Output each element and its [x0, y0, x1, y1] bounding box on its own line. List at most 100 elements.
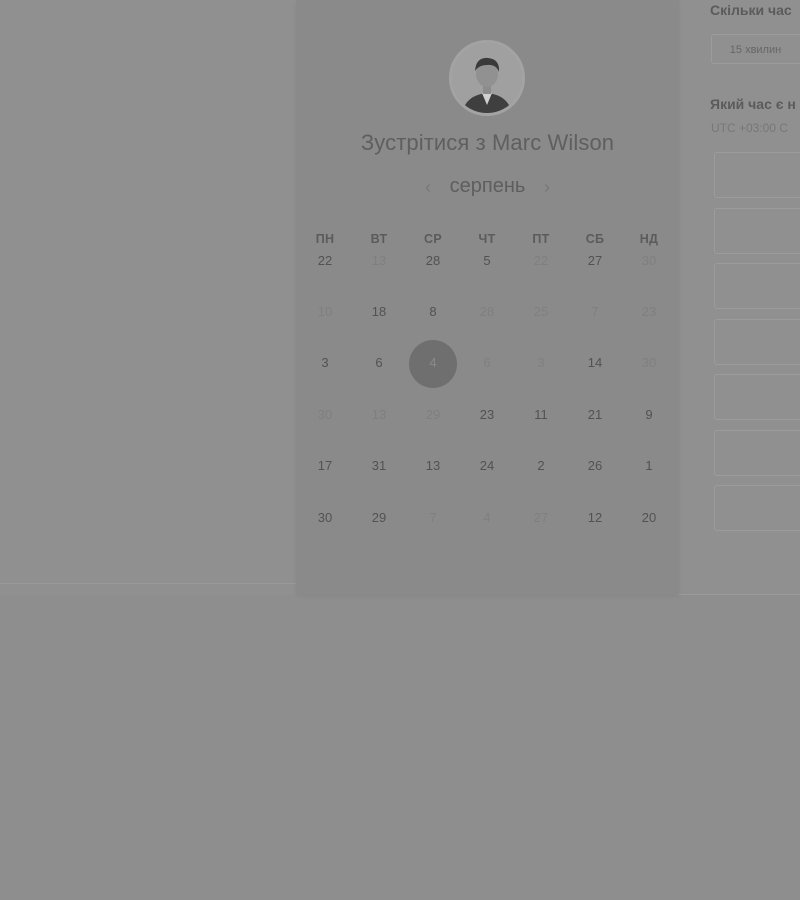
calendar-day-label: 20 [641, 510, 657, 525]
calendar-day-label: 5 [483, 253, 491, 268]
time-heading: Який час є н [710, 96, 796, 112]
duration-option-button[interactable]: 15 хвилин [711, 34, 800, 64]
weekday-header: ПН ВТ СР ЧТ ПТ СБ НД [300, 232, 678, 248]
calendar-day[interactable]: 4 [462, 506, 512, 530]
calendar-day[interactable]: 17 [300, 454, 350, 478]
weekday-label: НД [639, 232, 659, 246]
calendar-day-label: 1 [645, 458, 653, 473]
calendar-day-label: 30 [317, 407, 333, 422]
calendar-day[interactable]: 24 [462, 454, 512, 478]
calendar-day-label: 2 [537, 458, 545, 473]
calendar-day[interactable]: 23 [462, 403, 512, 427]
calendar-day[interactable]: 7 [408, 506, 458, 530]
calendar-day-label: 3 [537, 355, 545, 370]
calendar-day-label: 29 [371, 510, 387, 525]
calendar-day-label: 3 [321, 355, 329, 370]
time-panel: Скільки час 15 хвилин Який час є н UTC +… [679, 0, 800, 594]
calendar-day[interactable]: 26 [570, 454, 620, 478]
calendar-day[interactable]: 27 [516, 506, 566, 530]
calendar-day[interactable]: 23 [624, 300, 674, 324]
calendar-day[interactable]: 28 [408, 249, 458, 273]
calendar-day[interactable]: 31 [354, 454, 404, 478]
calendar-day-label: 11 [534, 407, 548, 422]
calendar-day-label: 7 [429, 510, 437, 525]
timezone-label: UTC +03:00 С [711, 121, 789, 135]
calendar-day[interactable]: 29 [354, 506, 404, 530]
calendar-day-label: 22 [533, 253, 549, 268]
month-navigation: ‹ серпень › [296, 175, 679, 201]
calendar-day-label: 26 [587, 458, 603, 473]
time-slot-button[interactable] [714, 318, 800, 365]
calendar-day[interactable]: 22 [516, 249, 566, 273]
calendar-day-label: 25 [533, 304, 549, 319]
calendar-day-label: 24 [479, 458, 495, 473]
calendar-day[interactable]: 1 [624, 454, 674, 478]
calendar-day-label: 6 [375, 355, 383, 370]
calendar-day[interactable]: 29 [408, 403, 458, 427]
calendar-day[interactable]: 3 [300, 351, 350, 375]
calendar-day-label: 14 [587, 355, 603, 370]
calendar-day[interactable]: 30 [624, 249, 674, 273]
calendar-day-label: 6 [483, 355, 491, 370]
calendar-day[interactable]: 3 [516, 351, 566, 375]
calendar-day[interactable]: 11 [516, 403, 566, 427]
calendar-day-label: 9 [645, 407, 653, 422]
weekday-label: ВТ [370, 232, 388, 246]
calendar-day[interactable]: 30 [300, 403, 350, 427]
calendar-day[interactable]: 27 [570, 249, 620, 273]
calendar-day-label: 30 [641, 253, 657, 268]
calendar-day[interactable]: 5 [462, 249, 512, 273]
calendar-day[interactable]: 6 [354, 351, 404, 375]
calendar-day-label: 4 [429, 355, 437, 370]
page-title: Зустрітися з Marc Wilson [360, 130, 615, 155]
calendar-day[interactable]: 12 [570, 506, 620, 530]
calendar-day-label: 7 [591, 304, 599, 319]
divider [679, 594, 800, 595]
calendar-day[interactable]: 10 [300, 300, 350, 324]
calendar-day-label: 31 [371, 458, 387, 473]
calendar-day[interactable]: 20 [624, 506, 674, 530]
calendar-day-label: 13 [371, 407, 387, 422]
calendar-day[interactable]: 22 [300, 249, 350, 273]
time-slot-button[interactable] [714, 263, 800, 309]
weekday-label: ЧТ [478, 232, 496, 246]
calendar-day[interactable]: 6 [462, 351, 512, 375]
calendar-day-label: 28 [425, 253, 441, 268]
calendar-day-label: 23 [479, 407, 495, 422]
calendar-day[interactable]: 2 [516, 454, 566, 478]
time-slot-button[interactable] [714, 374, 800, 420]
calendar-day[interactable]: 8 [408, 300, 458, 324]
avatar [449, 40, 525, 116]
calendar-day[interactable]: 21 [570, 403, 620, 427]
calendar-day[interactable]: 7 [570, 300, 620, 324]
calendar-day-label: 13 [425, 458, 441, 473]
calendar-day[interactable]: 30 [624, 351, 674, 375]
calendar-day-label: 23 [641, 304, 657, 319]
calendar-day[interactable]: 13 [354, 403, 404, 427]
calendar-day[interactable]: 28 [462, 300, 512, 324]
time-slot-button[interactable] [714, 485, 800, 531]
calendar-day-label: 13 [371, 253, 387, 268]
calendar-day-label: 27 [587, 253, 603, 268]
time-slot-button[interactable] [714, 152, 800, 198]
calendar-day-label: 27 [533, 510, 549, 525]
calendar-day-label: 30 [641, 355, 657, 370]
calendar-day[interactable]: 25 [516, 300, 566, 324]
calendar-day[interactable]: 9 [624, 403, 674, 427]
calendar-day[interactable]: 18 [354, 300, 404, 324]
booking-card: Зустрітися з Marc Wilson ‹ серпень › ПН В… [296, 0, 679, 594]
time-slot-button[interactable] [714, 207, 800, 254]
calendar-day[interactable]: 30 [300, 506, 350, 530]
time-slot-button[interactable] [714, 429, 800, 476]
calendar-day-label: 30 [317, 510, 333, 525]
calendar-day-selected[interactable]: 4 [408, 340, 458, 388]
calendar-day-label: 17 [317, 458, 333, 473]
calendar-day-label: 18 [371, 304, 387, 319]
calendar-day[interactable]: 13 [408, 454, 458, 478]
calendar-day-label: 29 [425, 407, 441, 422]
chevron-right-icon[interactable]: › [538, 177, 556, 197]
weekday-label: СР [424, 232, 442, 246]
divider [0, 583, 296, 584]
calendar-day[interactable]: 14 [570, 351, 620, 375]
calendar-day[interactable]: 13 [354, 249, 404, 273]
